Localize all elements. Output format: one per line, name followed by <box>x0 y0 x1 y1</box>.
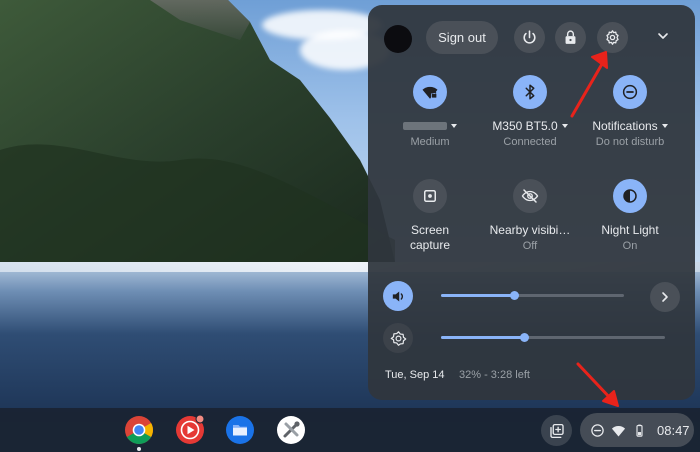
volume-icon <box>392 291 403 301</box>
tools-app-icon <box>277 416 305 444</box>
dropdown-caret-icon[interactable] <box>661 124 668 128</box>
night-light-status: On <box>622 240 638 252</box>
chevron-down-icon <box>658 33 668 39</box>
visibility-off-icon <box>521 189 539 203</box>
bluetooth-toggle[interactable] <box>513 75 547 109</box>
wifi-toggle[interactable] <box>413 75 447 109</box>
notifications-tile[interactable]: Notifications Do not disturb <box>580 75 680 149</box>
chrome-icon <box>125 416 153 444</box>
brightness-icon <box>390 330 406 346</box>
do-not-disturb-icon <box>622 84 638 100</box>
bluetooth-icon <box>525 84 535 100</box>
files-icon <box>226 416 254 444</box>
night-light-label: Night Light <box>601 223 659 237</box>
gear-icon <box>606 30 619 45</box>
screen-capture-tile[interactable]: Screen capture <box>380 179 480 253</box>
youtube-music-icon <box>176 414 205 444</box>
collapse-button[interactable] <box>652 25 674 47</box>
sign-out-button[interactable]: Sign out <box>426 21 498 54</box>
do-not-disturb-icon <box>591 423 604 437</box>
brightness-slider-fill <box>441 336 524 339</box>
nearby-visibility-tile[interactable]: Nearby visibi… Off <box>480 179 580 253</box>
night-light-icon <box>623 189 637 203</box>
battery-status: 32% - 3:28 left <box>459 369 530 381</box>
volume-mute-button[interactable] <box>383 281 413 311</box>
lock-icon <box>565 30 576 44</box>
screen-capture-toggle[interactable] <box>413 179 447 213</box>
tools-app[interactable] <box>276 415 306 445</box>
holding-space-icon <box>549 423 564 438</box>
wifi-lock-icon <box>422 86 438 99</box>
files-app[interactable] <box>225 415 255 445</box>
brightness-button <box>383 323 413 353</box>
bluetooth-device-name: M350 BT5.0 <box>492 119 558 133</box>
holding-space-button[interactable] <box>541 415 572 446</box>
brightness-slider[interactable] <box>441 333 665 342</box>
wifi-icon <box>611 425 626 436</box>
wifi-network-name-redacted <box>403 122 447 130</box>
bluetooth-tile[interactable]: M350 BT5.0 Connected <box>480 75 580 149</box>
dropdown-caret-icon[interactable] <box>561 124 568 128</box>
wifi-tile[interactable]: Medium <box>380 75 480 149</box>
lock-button[interactable] <box>555 22 586 53</box>
dropdown-caret-icon[interactable] <box>451 124 457 128</box>
nearby-visibility-label: Nearby visibi… <box>489 223 571 237</box>
nearby-visibility-status: Off <box>522 240 538 252</box>
running-indicator <box>137 447 141 451</box>
night-light-tile[interactable]: Night Light On <box>580 179 680 253</box>
screen-capture-icon <box>424 190 436 202</box>
chevron-right-icon <box>662 292 668 302</box>
avatar[interactable] <box>384 25 412 53</box>
clock: 08:47 <box>657 422 690 438</box>
screen-capture-label: Screen capture <box>409 223 451 252</box>
volume-slider[interactable] <box>441 291 624 300</box>
volume-slider-thumb[interactable] <box>510 291 520 300</box>
battery-icon <box>636 424 643 437</box>
date-label[interactable]: Tue, Sep 14 <box>385 369 445 381</box>
audio-settings-button[interactable] <box>650 282 680 312</box>
power-button[interactable] <box>514 22 545 53</box>
nearby-visibility-toggle[interactable] <box>513 179 547 213</box>
brightness-slider-thumb[interactable] <box>519 333 529 342</box>
night-light-toggle[interactable] <box>613 179 647 213</box>
notifications-toggle[interactable] <box>613 75 647 109</box>
notifications-status: Do not disturb <box>595 136 665 148</box>
power-icon <box>523 30 536 44</box>
wifi-status: Medium <box>410 136 450 148</box>
youtube-music-app[interactable] <box>175 414 205 445</box>
settings-button[interactable] <box>597 22 628 53</box>
notifications-label: Notifications <box>592 119 658 133</box>
volume-slider-fill <box>441 294 515 297</box>
chrome-app[interactable] <box>124 415 154 445</box>
bluetooth-status: Connected <box>503 136 557 148</box>
quick-settings-panel: Sign out Medium M350 BT5.0 Connected Not… <box>368 5 695 400</box>
status-tray[interactable]: 08:47 <box>580 413 694 447</box>
